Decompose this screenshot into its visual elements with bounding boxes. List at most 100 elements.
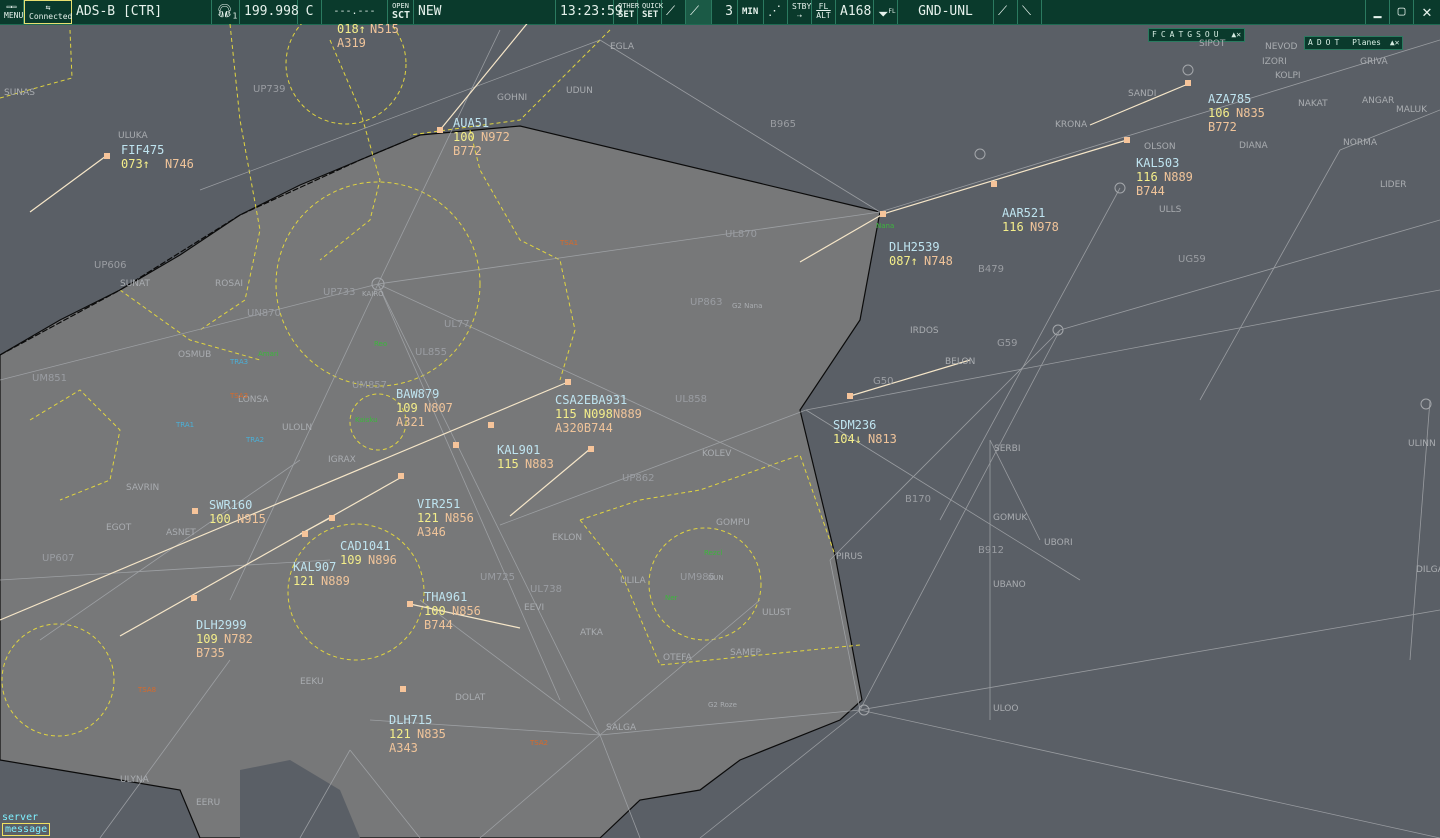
aircraft-label[interactable]: 018↑ N515 A319: [337, 24, 399, 50]
bearing-button[interactable]: ⟍: [1018, 0, 1042, 24]
waypoint-label: NEVOD: [1265, 42, 1298, 52]
count-display[interactable]: 3: [712, 0, 738, 24]
svg-text:A346: A346: [417, 525, 446, 539]
sector-label: Amari: [258, 350, 279, 358]
svg-text:FIF475: FIF475: [121, 143, 164, 157]
stby-button[interactable]: STBY ⇢: [788, 0, 812, 24]
maximize-button[interactable]: ▢: [1390, 0, 1414, 24]
status-area: server message: [2, 812, 51, 836]
svg-text:N856: N856: [452, 604, 481, 618]
aircraft-target[interactable]: [192, 508, 198, 514]
aircraft-target[interactable]: [191, 595, 197, 601]
aircraft-target[interactable]: [588, 446, 594, 452]
aircraft-label[interactable]: AAR521 116 N978: [1002, 206, 1059, 234]
airway-label: B912: [978, 545, 1004, 556]
waypoint-label: GOMUK: [993, 513, 1028, 523]
aircraft-label[interactable]: DLH2539 087↑ N748: [889, 240, 953, 268]
aircraft-target[interactable]: [565, 379, 571, 385]
waypoint-label: KRONA: [1055, 120, 1088, 130]
svg-text:KAL901: KAL901: [497, 443, 540, 457]
network-icon: ⇆: [45, 3, 51, 12]
minimize-button[interactable]: ▁: [1366, 0, 1390, 24]
aircraft-target[interactable]: [847, 393, 853, 399]
aircraft-label[interactable]: AZA785 106 N835 B772: [1208, 92, 1265, 134]
range-ring-button[interactable]: ⟋: [994, 0, 1018, 24]
svg-text:AUA51: AUA51: [453, 116, 489, 130]
aircraft-target[interactable]: [991, 181, 997, 187]
airway-label: UP606: [94, 260, 126, 271]
radar-map[interactable]: B965 UL870 UP863 UM851 UP607 UL855 UL77 …: [0, 24, 1440, 838]
quick-set-button[interactable]: QUICK SET: [638, 0, 663, 24]
aircraft-target[interactable]: [329, 515, 335, 521]
waypoint-label: DOLAT: [455, 693, 486, 703]
aircraft-target[interactable]: [302, 531, 308, 537]
aircraft-target[interactable]: [880, 211, 886, 217]
waypoint-label: ULOO: [993, 704, 1018, 714]
waypoint-label: SERBI: [994, 444, 1020, 454]
aircraft-target[interactable]: [400, 686, 406, 692]
ruler-button[interactable]: ⟋: [662, 0, 686, 24]
waypoint-label: BELON: [945, 357, 975, 367]
aircraft-label[interactable]: FIF475 073↑ N746: [121, 143, 194, 171]
waypoint-label: UBANO: [993, 580, 1026, 590]
frequency-display[interactable]: 199.998: [240, 0, 299, 24]
aircraft-target[interactable]: [1124, 137, 1130, 143]
aircraft-target[interactable]: [453, 442, 459, 448]
aircraft-target[interactable]: [407, 601, 413, 607]
aircraft-target[interactable]: [1185, 80, 1191, 86]
fl-alt-button[interactable]: FL ALT: [812, 0, 836, 24]
headset-button[interactable]: 🎧︎1: [212, 0, 240, 24]
aircraft-label[interactable]: KAL503 116 N889 B744: [1136, 156, 1193, 198]
svg-text:DLH2999: DLH2999: [196, 618, 247, 632]
aircraft-label[interactable]: CAD1041 109 N896: [340, 539, 397, 567]
svg-text:CAD1041: CAD1041: [340, 539, 391, 553]
sector-label: Rezcl: [704, 549, 722, 557]
waypoint-label: GOMPU: [716, 518, 750, 528]
svg-text:N972: N972: [481, 130, 510, 144]
waypoint-label: MALUK: [1396, 105, 1428, 115]
vector-button[interactable]: ⟋: [686, 0, 712, 24]
waypoint-label: UDUN: [566, 86, 593, 96]
airway-label: UP739: [253, 84, 285, 95]
min-button[interactable]: MIN: [738, 0, 764, 24]
filter-range[interactable]: GND-UNL: [898, 0, 994, 24]
aircraft-target[interactable]: [398, 473, 404, 479]
dots-button[interactable]: ⋰: [764, 0, 788, 24]
svg-text:104↓: 104↓: [833, 432, 862, 446]
airway-label: UN870: [247, 308, 281, 319]
other-set-button[interactable]: OTHER SET: [614, 0, 639, 24]
dotted-track-icon: ⋰: [768, 4, 781, 19]
aircraft-target[interactable]: [488, 422, 494, 428]
sector-label: TSA1: [559, 239, 578, 247]
airway-label: UM725: [480, 572, 515, 583]
svg-text:A321: A321: [396, 415, 425, 429]
svg-text:N835: N835: [1236, 106, 1265, 120]
freq-mode[interactable]: C: [298, 0, 322, 24]
waypoint-label: IGRAX: [328, 455, 356, 465]
altitude-display[interactable]: A168: [836, 0, 874, 24]
mode-label[interactable]: ADS-B [CTR]: [72, 0, 212, 24]
waypoint-label: SANDI: [1128, 89, 1156, 99]
close-button[interactable]: ✕: [1414, 0, 1440, 24]
svg-text:N835: N835: [417, 727, 446, 741]
aircraft-target[interactable]: [104, 153, 110, 159]
sector-label: TSA8: [137, 686, 156, 694]
aircraft-target[interactable]: [437, 127, 443, 133]
waypoint-label: GRIVA: [1360, 57, 1388, 67]
message-button[interactable]: message: [2, 823, 51, 836]
airway-label: G50: [873, 376, 893, 387]
open-sct-button[interactable]: OPEN SCT: [388, 0, 414, 24]
waypoint-label: KOLPI: [1275, 71, 1301, 81]
secondary-frequency[interactable]: ---.---: [322, 0, 388, 24]
aircraft-label[interactable]: SDM236 104↓ N813: [833, 418, 897, 446]
menu-button[interactable]: ▭▭ MENU: [0, 0, 24, 24]
airway-label: UL855: [415, 347, 447, 358]
filter-button[interactable]: ⏷FL: [874, 0, 898, 24]
svg-text:109: 109: [340, 553, 362, 567]
svg-text:CSA2EBA931: CSA2EBA931: [555, 393, 627, 407]
server-status[interactable]: server: [2, 812, 50, 823]
waypoint-label: NORMA: [1343, 138, 1378, 148]
connection-button[interactable]: ⇆ Connected: [24, 0, 72, 24]
sector-name[interactable]: NEW: [414, 0, 556, 24]
svg-text:121: 121: [389, 727, 411, 741]
